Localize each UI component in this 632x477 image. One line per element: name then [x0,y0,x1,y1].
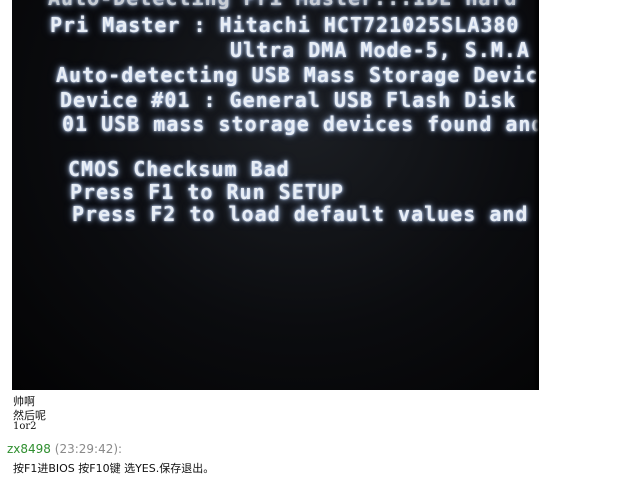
chat-message-3: 1or2 [13,421,37,432]
chat-reply-message: 按F1进BIOS 按F10键 选YES.保存退出。 [13,462,215,475]
photo-edge-shadow [533,0,539,390]
bios-line-autodetect-ide: Auto-Detecting Pri Master...IDE Hard [48,0,517,10]
bios-line-press-f1: Press F1 to Run SETUP [70,180,344,204]
bios-line-usb-found: 01 USB mass storage devices found and [62,112,539,136]
chat-sender-time: (23:29:42): [54,442,123,456]
chat-sender-name[interactable]: zx8498 [7,442,51,456]
bios-line-usb-detect: Auto-detecting USB Mass Storage Devic [56,63,539,87]
bios-line-device-01: Device #01 : General USB Flash Disk [60,88,517,112]
bios-screen-photo: Auto-Detecting Pri Master...IDE Hard Pri… [12,0,539,390]
bios-line-pri-master: Pri Master : Hitachi HCT721025SLA380 [50,13,520,37]
chat-sender-row: zx8498 (23:29:42): [7,442,122,456]
bios-line-ultra-dma: Ultra DMA Mode-5, S.M.A [230,38,530,62]
bios-line-cmos-checksum: CMOS Checksum Bad [68,157,290,181]
bios-line-press-f2: Press F2 to load default values and co [72,202,539,226]
